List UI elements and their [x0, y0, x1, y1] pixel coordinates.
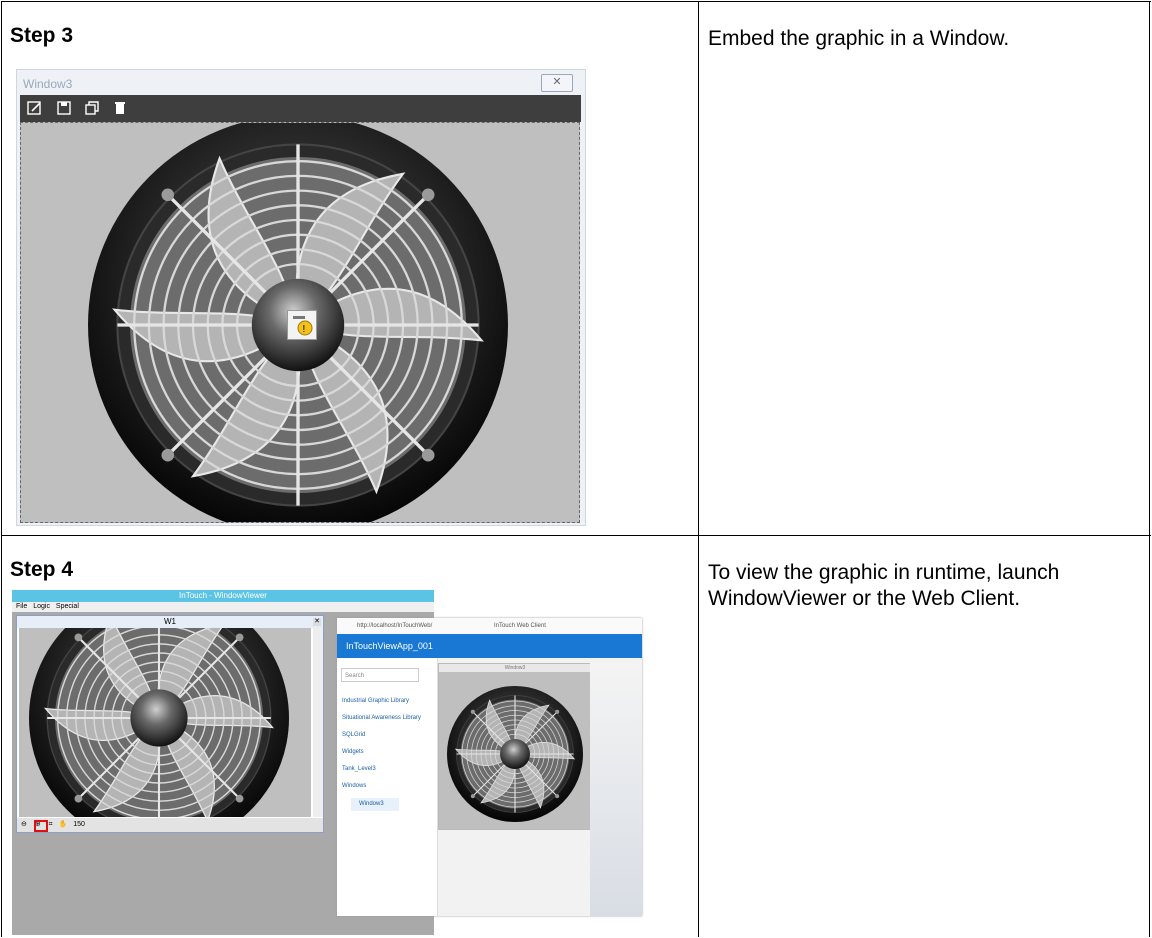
windowviewer-menu: File Logic Special [12, 602, 434, 612]
pan-icon[interactable]: ✋ [59, 821, 68, 828]
step4-description: To view the graphic in runtime, launch W… [708, 561, 1060, 610]
nav-item-window3[interactable]: Window3 [351, 798, 399, 811]
zoom-highlight [34, 820, 48, 832]
step3-description: Embed the graphic in a Window. [708, 27, 1010, 50]
w1-title: W1 [17, 616, 323, 628]
zoom-value[interactable]: 150 [73, 821, 85, 828]
web-background [590, 663, 642, 916]
url-field[interactable]: http://localhost/InTouchWeb/ [357, 623, 432, 629]
table-column-divider [698, 1, 699, 937]
window3-toolbar [20, 95, 581, 122]
fan-graphic [447, 686, 583, 822]
nav-item-windows[interactable]: Windows [342, 783, 366, 789]
w1-statusbar: ⊖ ⊕ ⌗ ✋ 150 [17, 818, 323, 832]
web-window-title: Window3 [439, 664, 591, 672]
nav-item-widgets[interactable]: Widgets [342, 749, 364, 755]
table-border-right [1149, 1, 1150, 937]
fan-graphic [29, 628, 289, 817]
save-icon[interactable] [55, 99, 73, 117]
fit-icon[interactable]: ⌗ [49, 821, 53, 828]
delete-icon[interactable] [111, 99, 129, 117]
close-icon[interactable]: ✕ [541, 74, 573, 92]
nav-item-situational[interactable]: Situational Awareness Library [342, 715, 421, 721]
table-border-top [1, 1, 1151, 2]
window3-title: Window3 [23, 77, 73, 91]
web-window3: Window3 [438, 663, 592, 830]
svg-text:!: ! [303, 324, 306, 335]
web-nav-panel: Search Industrial Graphic Library Situat… [337, 658, 438, 916]
restore-icon[interactable] [83, 99, 101, 117]
nav-item-tank[interactable]: Tank_Level3 [342, 766, 376, 772]
nav-item-sqlgrid[interactable]: SQLGrid [342, 732, 365, 738]
menu-special[interactable]: Special [56, 603, 79, 610]
web-client-screenshot: http://localhost/InTouchWeb/ InTouch Web… [337, 618, 642, 916]
browser-tab[interactable]: InTouch Web Client [494, 623, 546, 629]
step4-title: Step 4 [10, 558, 74, 581]
warning-icon: ! [287, 310, 317, 340]
w1-window: W1 ✕ ⊖ ⊕ ⌗ ✋ 150 [16, 615, 324, 833]
menu-logic[interactable]: Logic [33, 603, 50, 610]
window3-canvas: ! [20, 122, 580, 523]
zoom-out-icon[interactable]: ⊖ [21, 821, 27, 828]
windowviewer-title: InTouch - WindowViewer [12, 590, 434, 602]
table-row-divider [1, 535, 1151, 536]
table-border-left [1, 1, 2, 937]
web-app-header: InTouchViewApp_001 [337, 634, 642, 658]
nav-item-industrial[interactable]: Industrial Graphic Library [342, 698, 409, 704]
window3-editor: Window3 ✕ ! [16, 69, 586, 526]
menu-file[interactable]: File [16, 603, 27, 610]
close-icon[interactable]: ✕ [313, 618, 321, 626]
browser-bar: http://localhost/InTouchWeb/ InTouch Web… [337, 618, 642, 635]
edit-icon[interactable] [26, 99, 44, 117]
vertical-scrollbar[interactable] [313, 628, 323, 817]
step3-title: Step 3 [10, 24, 74, 47]
search-input[interactable]: Search [341, 668, 419, 682]
w1-canvas [19, 628, 311, 817]
